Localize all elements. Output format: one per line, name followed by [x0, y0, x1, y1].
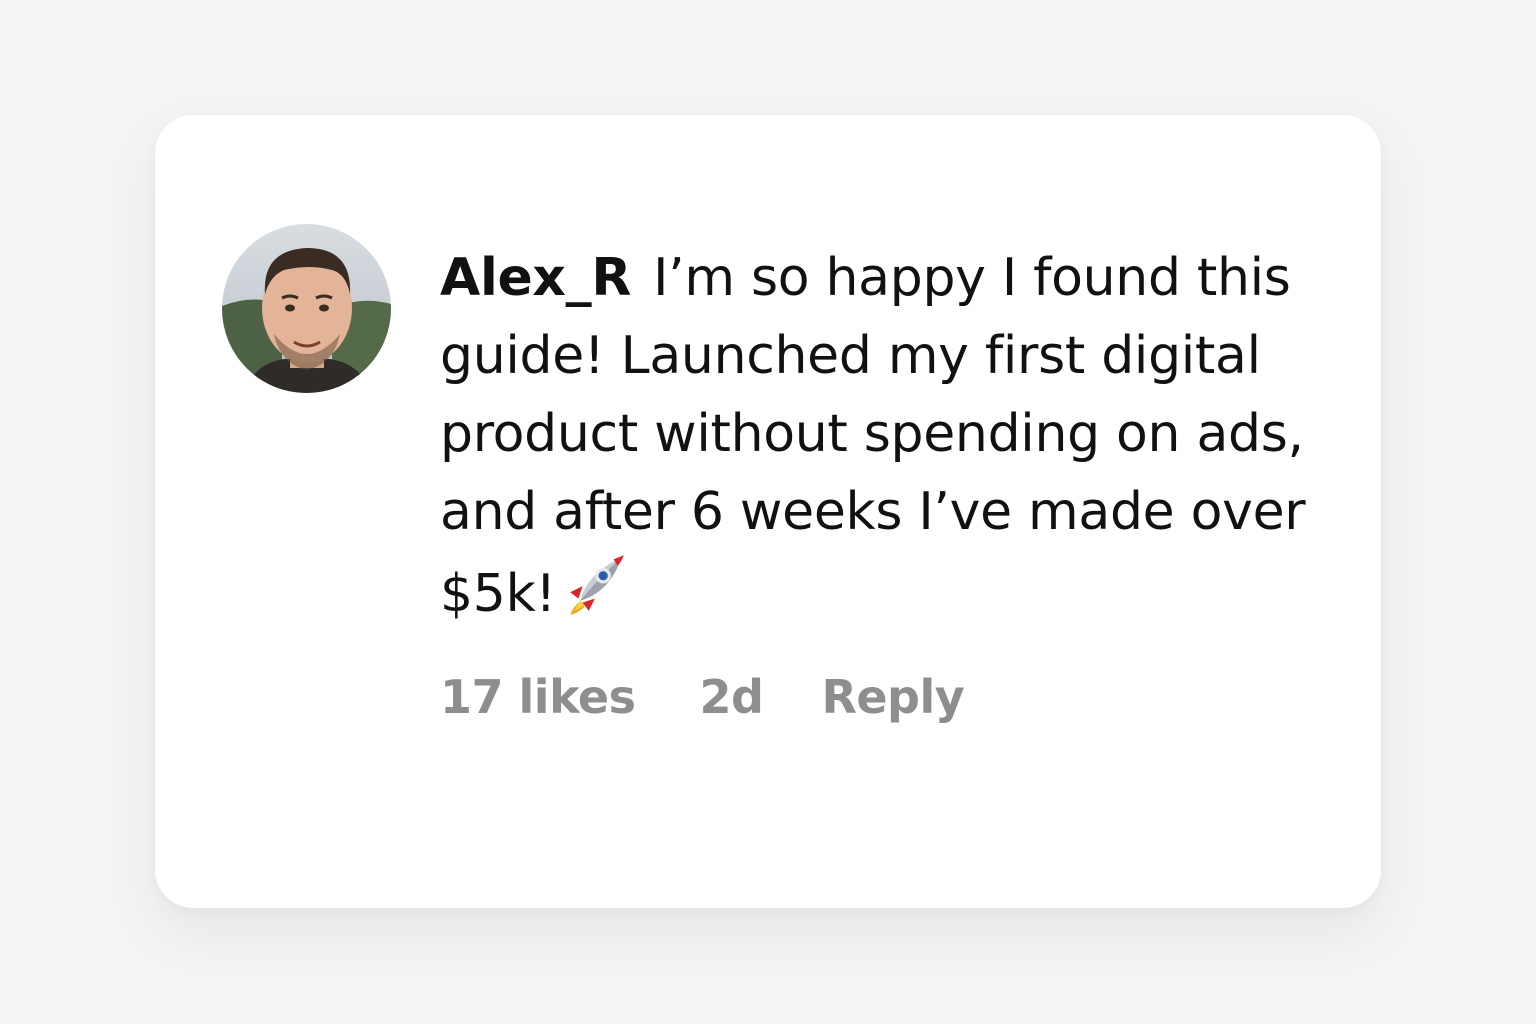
- reply-button[interactable]: Reply: [821, 670, 964, 724]
- rocket-icon: [564, 551, 630, 639]
- avatar[interactable]: [222, 224, 391, 393]
- comment-meta: 17 likes 2d Reply: [440, 670, 965, 724]
- likes-count[interactable]: 17 likes: [440, 670, 636, 724]
- comment-username[interactable]: Alex_R: [440, 248, 631, 308]
- comment-timestamp: 2d: [699, 670, 764, 724]
- comment-body: Alex_R I’m so happy I found this guide! L…: [440, 239, 1340, 639]
- avatar-portrait: [222, 224, 391, 393]
- comment-card: Alex_R I’m so happy I found this guide! L…: [155, 115, 1381, 908]
